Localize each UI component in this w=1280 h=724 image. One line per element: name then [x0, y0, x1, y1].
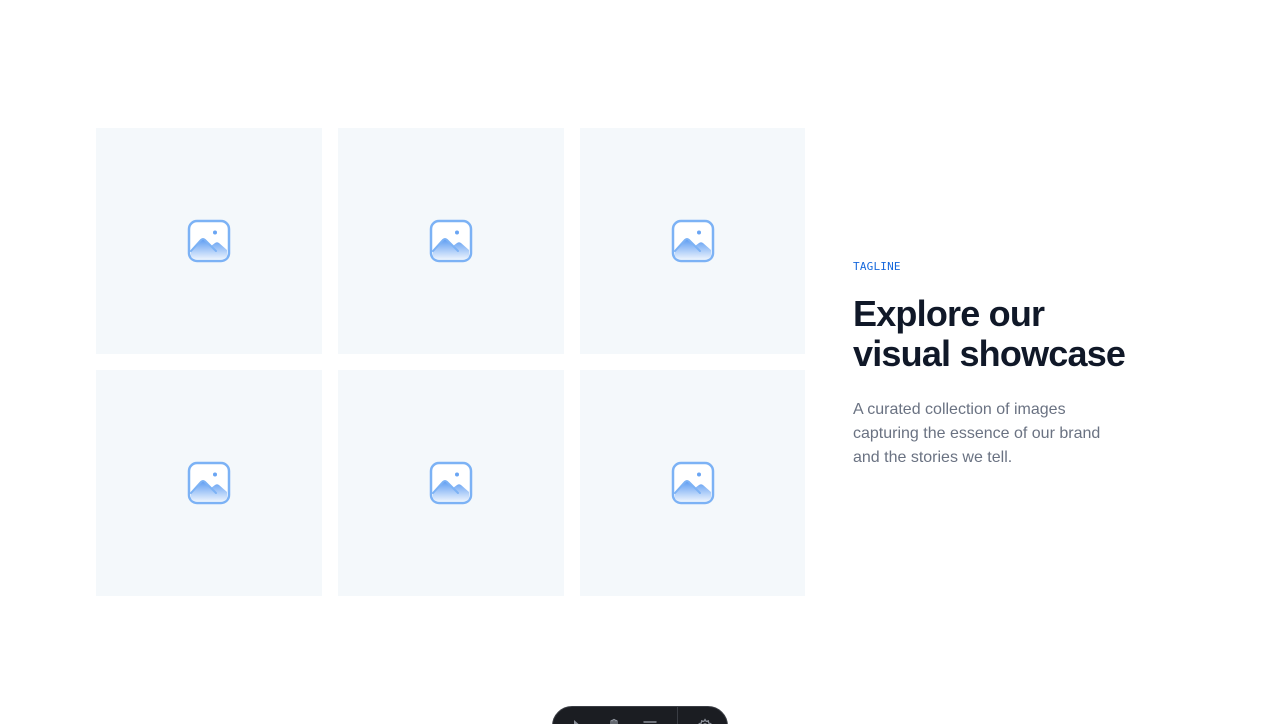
page: TAGLINE Explore our visual showcase A cu…	[0, 0, 1280, 724]
page-title: Explore our visual showcase	[853, 293, 1126, 374]
tagline: TAGLINE	[853, 260, 901, 273]
image-placeholder-icon	[429, 461, 473, 505]
image-placeholder-icon	[671, 219, 715, 263]
image-placeholder-icon	[187, 219, 231, 263]
menu-icon[interactable]	[641, 717, 659, 724]
floating-toolbar	[552, 706, 728, 724]
settings-icon[interactable]	[696, 717, 714, 724]
image-placeholder-icon	[187, 461, 231, 505]
gallery-image-4[interactable]	[96, 370, 322, 596]
toolbar-divider	[677, 707, 678, 724]
gallery-image-6[interactable]	[580, 370, 805, 596]
gallery-image-5[interactable]	[338, 370, 564, 596]
image-placeholder-icon	[671, 461, 715, 505]
hero-text: TAGLINE Explore our visual showcase A cu…	[853, 258, 1153, 470]
gallery-image-2[interactable]	[338, 128, 564, 354]
pointer-icon[interactable]	[569, 717, 587, 724]
image-gallery	[96, 128, 805, 596]
hand-icon[interactable]	[605, 717, 623, 724]
description: A curated collection of images capturing…	[853, 401, 1101, 466]
gallery-image-3[interactable]	[580, 128, 805, 354]
gallery-image-1[interactable]	[96, 128, 322, 354]
image-placeholder-icon	[429, 219, 473, 263]
